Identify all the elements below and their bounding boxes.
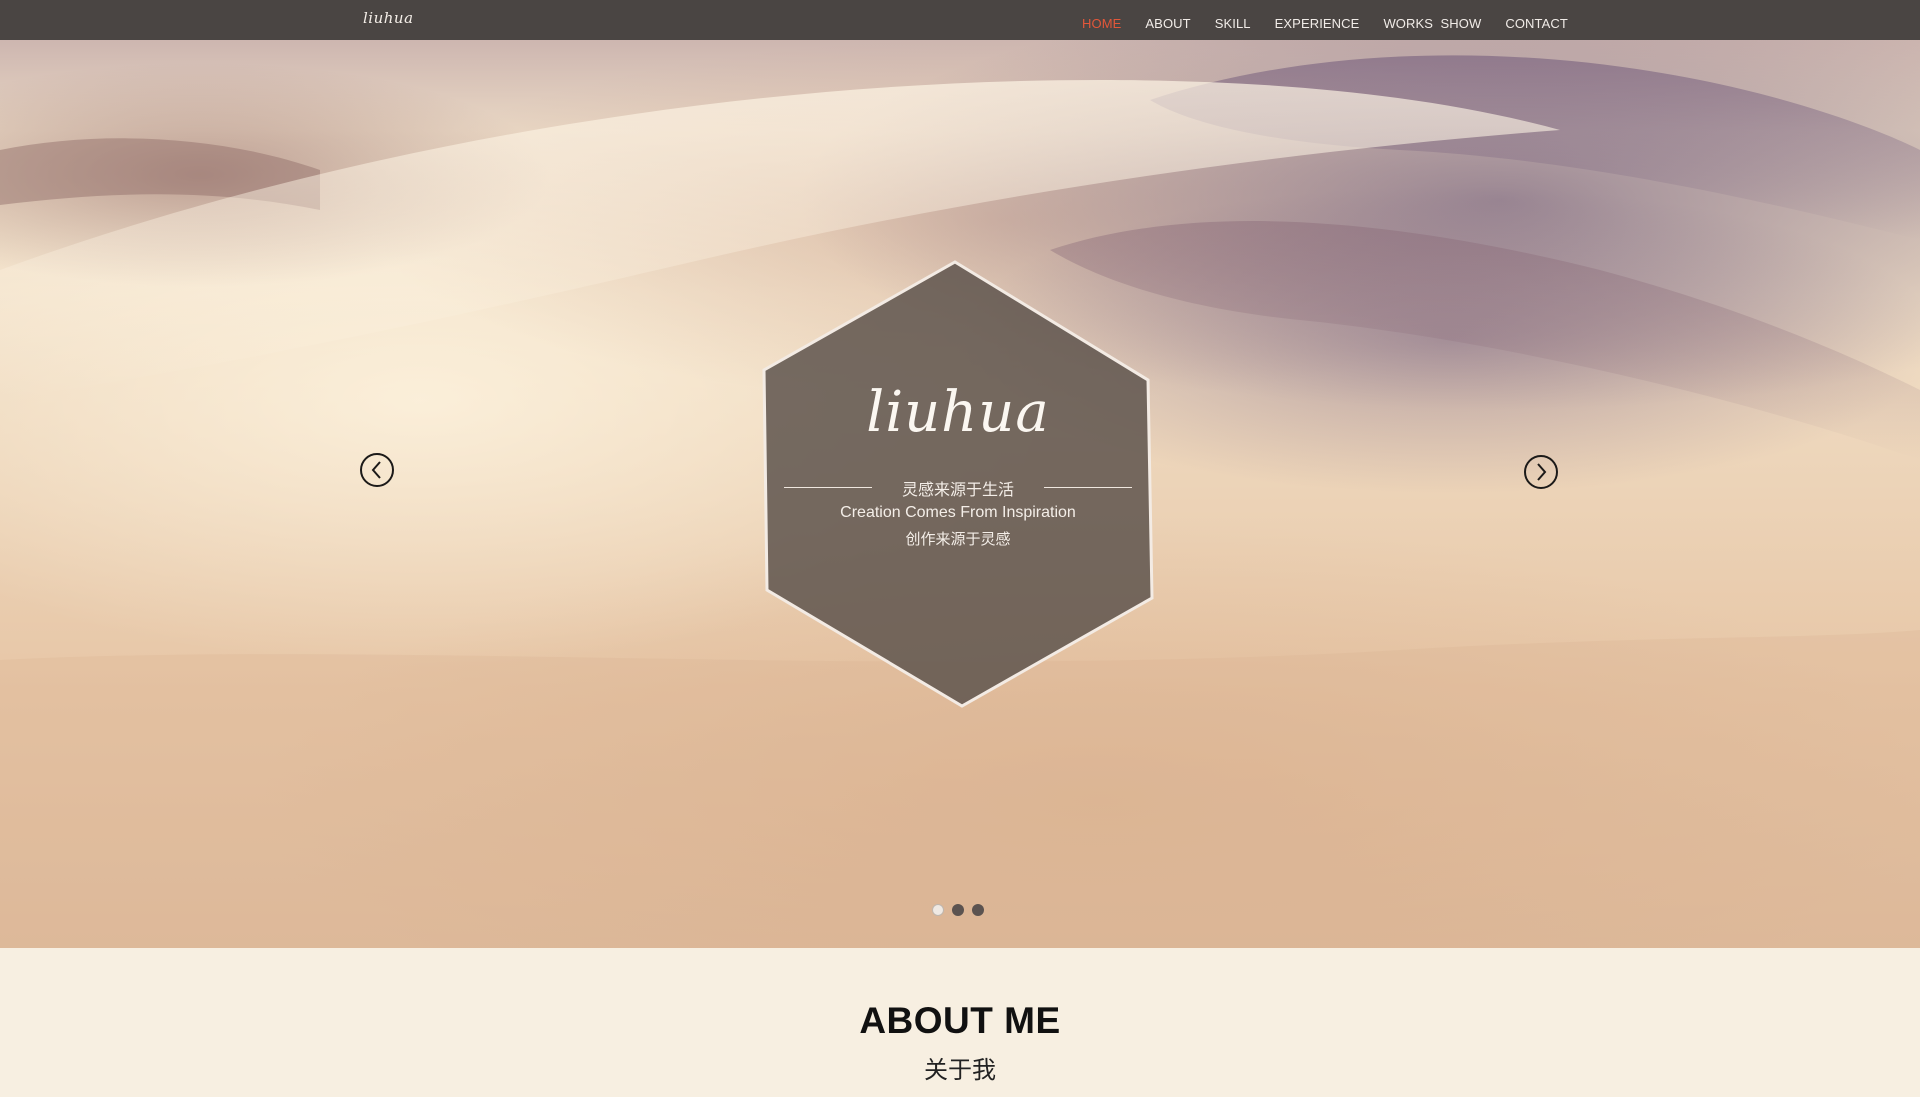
main-nav: HOME ABOUT SKILL EXPERIENCE WORKS SHOW C… <box>1082 0 1592 40</box>
nav-home[interactable]: HOME <box>1082 10 1121 31</box>
slider-dot-1[interactable] <box>932 904 944 916</box>
nav-about[interactable]: ABOUT <box>1145 10 1190 31</box>
slider-dot-3[interactable] <box>972 904 984 916</box>
nav-works-show[interactable]: WORKS SHOW <box>1383 10 1481 31</box>
nav-experience[interactable]: EXPERIENCE <box>1275 10 1360 31</box>
hero-tagline: 灵感来源于生活 <box>901 482 1014 499</box>
chevron-left-icon <box>371 461 381 479</box>
slider-prev-button[interactable] <box>360 453 394 487</box>
slider-pagination <box>932 904 992 916</box>
chevron-right-icon <box>1537 463 1547 481</box>
hero-title: liuhua <box>866 380 1050 445</box>
slider-dot-2[interactable] <box>952 904 964 916</box>
hero-subtitle-english: Creation Comes From Inspiration <box>840 504 1076 521</box>
site-logo[interactable]: liuhua <box>363 9 414 27</box>
about-title: ABOUT ME <box>859 1000 1061 1041</box>
slider-next-button[interactable] <box>1524 455 1558 489</box>
nav-contact[interactable]: CONTACT <box>1505 10 1568 31</box>
hero-hexagon-card: liuhua 灵感来源于生活 Creation Comes From Inspi… <box>760 260 1156 708</box>
hero-banner: liuhua 灵感来源于生活 Creation Comes From Inspi… <box>0 40 1920 948</box>
about-section: ABOUT ME 关于我 <box>0 948 1920 1097</box>
about-subtitle: 关于我 <box>924 1057 996 1084</box>
hero-subtitle-chinese: 创作来源于灵感 <box>905 531 1011 548</box>
top-navigation-bar: liuhua HOME ABOUT SKILL EXPERIENCE WORKS… <box>0 0 1920 40</box>
nav-skill[interactable]: SKILL <box>1215 10 1251 31</box>
